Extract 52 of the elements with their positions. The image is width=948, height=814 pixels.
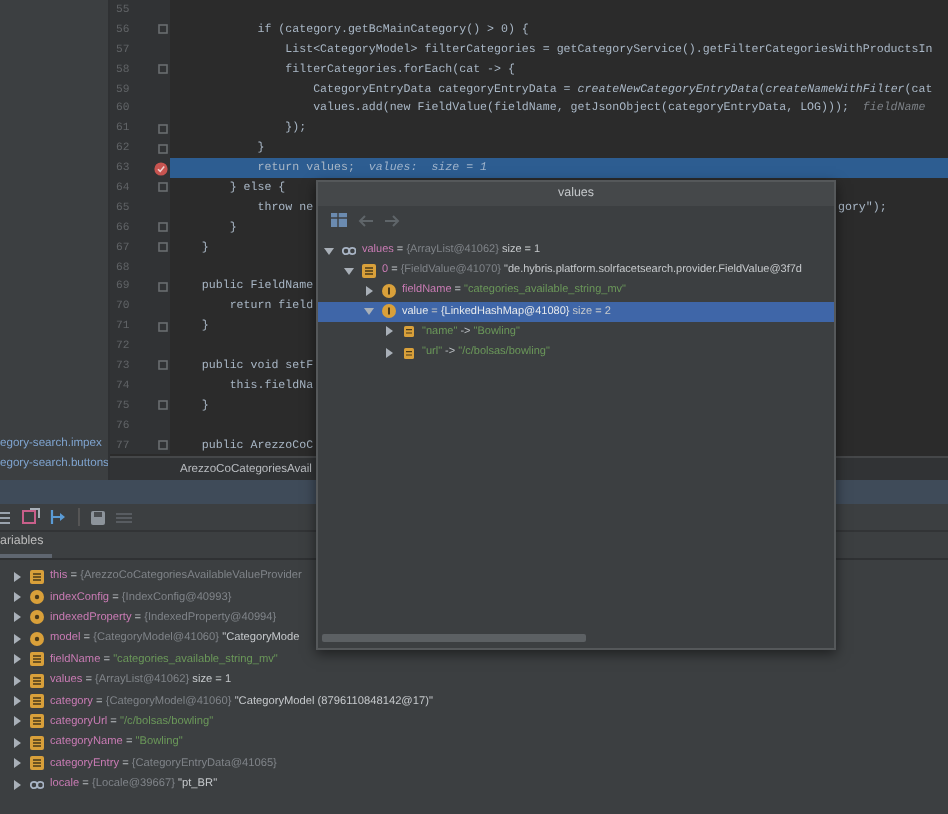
list-icon [30,756,44,771]
list-icon [30,714,44,729]
fold-marker-icon[interactable] [158,143,168,154]
scrollbar-thumb[interactable] [322,634,586,642]
list-icon [402,345,416,360]
bar-circle-icon [382,304,396,319]
expand-triangle-icon[interactable] [12,737,22,748]
expand-triangle-icon[interactable] [12,716,22,727]
fold-marker-icon[interactable] [158,64,168,75]
expand-triangle-icon[interactable] [12,571,22,582]
list-icon [30,673,44,688]
collapse-triangle-icon[interactable] [324,245,334,256]
list-icon [30,652,44,667]
fold-marker-icon[interactable] [158,400,168,411]
expand-triangle-icon[interactable] [12,696,22,707]
infinity-icon [30,777,44,792]
expand-triangle-icon[interactable] [12,612,22,623]
list-icon [30,694,44,709]
collapse-triangle-icon[interactable] [364,306,374,317]
table-icon[interactable] [330,212,348,228]
dot-circle-icon [30,610,44,625]
expand-triangle-icon[interactable] [384,347,394,358]
list-icon [30,735,44,750]
fold-marker-icon[interactable] [158,360,168,371]
fold-marker-icon[interactable] [158,281,168,292]
fold-marker-icon[interactable] [158,321,168,332]
fold-marker-icon[interactable] [158,182,168,193]
expand-triangle-icon[interactable] [12,654,22,665]
fold-marker-icon[interactable] [158,123,168,134]
list-icon [362,263,376,278]
expand-triangle-icon[interactable] [12,633,22,644]
breakpoint-icon[interactable] [154,161,168,176]
dot-circle-icon [30,590,44,605]
expand-triangle-icon[interactable] [12,779,22,790]
dot-circle-icon [30,631,44,646]
menu-icon[interactable] [0,509,12,525]
expand-triangle-icon[interactable] [384,326,394,337]
fold-marker-icon[interactable] [158,222,168,233]
expand-triangle-icon[interactable] [364,285,374,296]
infinity-icon [342,243,356,258]
frame-icon[interactable] [22,508,40,526]
fold-marker-icon[interactable] [158,440,168,451]
list-icon [30,569,44,584]
fold-marker-icon[interactable] [158,24,168,35]
list-icon [402,324,416,339]
expand-triangle-icon[interactable] [12,675,22,686]
expand-triangle-icon[interactable] [12,758,22,769]
step-icon[interactable] [50,508,68,526]
bar-circle-icon [382,283,396,298]
fold-marker-icon[interactable] [158,242,168,253]
expand-triangle-icon[interactable] [12,592,22,603]
collapse-triangle-icon[interactable] [344,265,354,276]
